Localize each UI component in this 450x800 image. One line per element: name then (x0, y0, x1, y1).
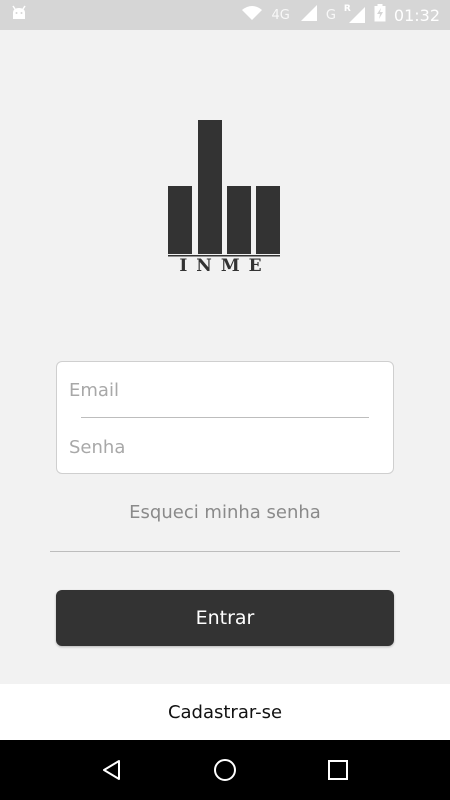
forgot-password-divider (50, 551, 400, 552)
status-right: 4G G R 01:32 (241, 4, 440, 26)
signal-icon (298, 4, 318, 26)
network-type-g: G (325, 7, 336, 23)
inme-logo: INME (166, 118, 284, 278)
status-bar: 4G G R 01:32 (0, 0, 450, 30)
enter-button[interactable]: Entrar (56, 590, 394, 646)
register-button[interactable]: Cadastrar-se (0, 684, 450, 740)
inme-building-icon (168, 120, 280, 257)
status-time: 01:32 (393, 5, 440, 25)
roaming-signal-icon: R (343, 4, 366, 24)
logo-text: INME (179, 256, 271, 276)
status-left (10, 5, 28, 25)
login-form-card (56, 361, 394, 474)
recents-icon[interactable] (318, 750, 358, 790)
navigation-bar (0, 740, 450, 800)
network-type-4g: 4G (271, 7, 290, 23)
battery-charging-icon (374, 4, 386, 26)
android-icon (10, 5, 28, 25)
wifi-icon (241, 5, 263, 25)
input-divider (81, 417, 369, 418)
home-icon[interactable] (205, 750, 245, 790)
roaming-label: R (343, 4, 351, 14)
email-input[interactable] (69, 373, 369, 407)
back-icon[interactable] (92, 750, 132, 790)
password-input[interactable] (69, 430, 369, 464)
forgot-password-link[interactable]: Esqueci minha senha (0, 502, 450, 523)
